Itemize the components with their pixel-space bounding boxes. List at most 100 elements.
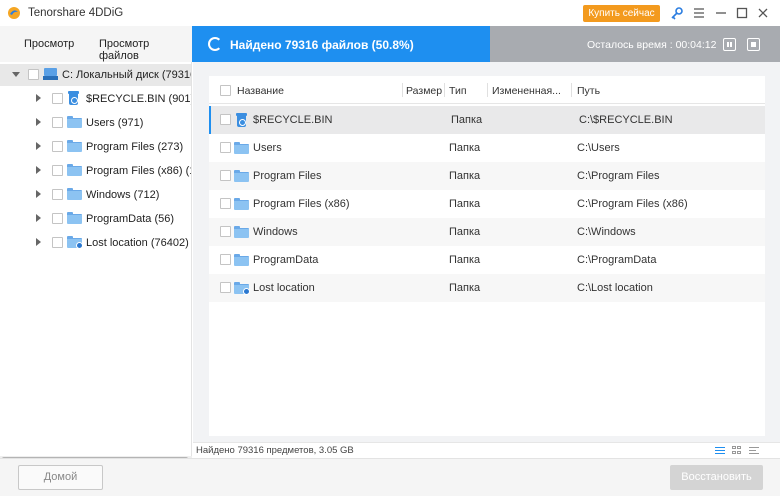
list-status-bar: Найдено 79316 предметов, 3.05 GB: [193, 442, 780, 458]
home-button[interactable]: Домой: [18, 465, 103, 490]
row-checkbox[interactable]: [220, 198, 231, 209]
file-type: Папка: [449, 254, 481, 266]
tree-item-label: Program Files (273): [86, 141, 184, 153]
drive-icon: [43, 67, 58, 81]
file-row[interactable]: Lost location Папка C:\Lost location: [209, 274, 765, 302]
file-path: C:\ProgramData: [577, 254, 657, 266]
close-icon[interactable]: [756, 6, 770, 20]
tree-item-label: $RECYCLE.BIN (901): [86, 93, 192, 105]
tree-item-label: Users (971): [86, 117, 144, 129]
file-row[interactable]: Program Files (x86) Папка C:\Program Fil…: [209, 190, 765, 218]
column-divider[interactable]: [444, 83, 445, 97]
tab-view[interactable]: Просмотр: [24, 38, 74, 50]
folder-icon: [67, 164, 82, 176]
file-name: Lost location: [253, 282, 315, 294]
chevron-right-icon[interactable]: [36, 142, 41, 150]
file-type: Папка: [451, 114, 483, 126]
file-path: C:\Users: [577, 142, 620, 154]
remaining-time-text: Осталось время : 00:04:12: [587, 39, 717, 51]
tree-checkbox[interactable]: [52, 117, 63, 128]
tree-checkbox[interactable]: [52, 213, 63, 224]
tree-item-label: Program Files (x86) (1: [86, 165, 192, 177]
item-count-text: Найдено 79316 предметов, 3.05 GB: [196, 445, 354, 456]
tree-checkbox[interactable]: [52, 93, 63, 104]
tree-checkbox[interactable]: [52, 237, 63, 248]
column-name[interactable]: Название: [237, 85, 284, 97]
file-name: ProgramData: [253, 254, 319, 266]
key-icon[interactable]: [670, 6, 684, 20]
chevron-right-icon[interactable]: [36, 118, 41, 126]
chevron-right-icon[interactable]: [36, 94, 41, 102]
title-bar: Tenorshare 4DDiG Купить сейчас: [0, 0, 780, 26]
restore-button[interactable]: Восстановить: [670, 465, 763, 490]
tree-checkbox[interactable]: [28, 69, 39, 80]
column-size[interactable]: Размер: [406, 85, 442, 97]
file-row[interactable]: Program Files Папка C:\Program Files: [209, 162, 765, 190]
tree-checkbox[interactable]: [52, 189, 63, 200]
tree-checkbox[interactable]: [52, 165, 63, 176]
column-path[interactable]: Путь: [577, 85, 600, 97]
chevron-right-icon[interactable]: [36, 166, 41, 174]
tree-item-label: ProgramData (56): [86, 213, 175, 225]
chevron-right-icon[interactable]: [36, 214, 41, 222]
tree-item-label: C: Локальный диск (79316: [62, 69, 192, 81]
buy-now-button[interactable]: Купить сейчас: [583, 5, 660, 22]
file-type: Папка: [449, 226, 481, 238]
file-path: C:\Program Files (x86): [577, 198, 688, 210]
tree-item-programdata[interactable]: ProgramData (56): [0, 208, 191, 230]
lost-folder-icon: [234, 282, 250, 295]
tree-item-program-files[interactable]: Program Files (273): [0, 136, 191, 158]
file-type: Папка: [449, 198, 481, 210]
column-type[interactable]: Тип: [449, 85, 467, 97]
row-checkbox[interactable]: [220, 142, 231, 153]
file-row[interactable]: $RECYCLE.BIN Папка C:\$RECYCLE.BIN: [209, 106, 765, 134]
column-modified[interactable]: Измененная...: [492, 85, 561, 97]
list-view-icon[interactable]: [715, 446, 725, 455]
column-divider[interactable]: [402, 83, 403, 97]
menu-icon[interactable]: [692, 6, 706, 20]
folder-icon: [67, 212, 82, 224]
tree-item-lost-location[interactable]: Lost location (76402): [0, 232, 191, 254]
tree-item-root[interactable]: C: Локальный диск (79316: [0, 64, 192, 86]
file-row[interactable]: Users Папка C:\Users: [209, 134, 765, 162]
minimize-icon[interactable]: [714, 6, 728, 20]
row-checkbox[interactable]: [220, 226, 231, 237]
file-type: Папка: [449, 282, 481, 294]
column-divider[interactable]: [487, 83, 488, 97]
tree-item-users[interactable]: Users (971): [0, 112, 191, 134]
recycle-bin-icon: [67, 91, 80, 105]
tree-item-label: Windows (712): [86, 189, 160, 201]
tree-item-program-files-x86[interactable]: Program Files (x86) (1: [0, 160, 192, 182]
chevron-right-icon[interactable]: [36, 190, 41, 198]
directory-tree: C: Локальный диск (79316 $RECYCLE.BIN (9…: [0, 62, 192, 456]
maximize-icon[interactable]: [735, 6, 749, 20]
column-divider[interactable]: [571, 83, 572, 97]
detail-view-icon[interactable]: [749, 446, 759, 455]
grid-view-icon[interactable]: [732, 446, 742, 455]
tree-checkbox[interactable]: [52, 141, 63, 152]
file-name: Windows: [253, 226, 298, 238]
tree-item-recycle-bin[interactable]: $RECYCLE.BIN (901): [0, 88, 192, 110]
row-checkbox[interactable]: [220, 114, 231, 125]
pause-icon[interactable]: [723, 38, 736, 51]
file-name: Users: [253, 142, 282, 154]
chevron-right-icon[interactable]: [36, 238, 41, 246]
row-checkbox[interactable]: [220, 170, 231, 181]
recycle-bin-icon: [235, 113, 248, 127]
file-row[interactable]: ProgramData Папка C:\ProgramData: [209, 246, 765, 274]
tree-item-windows[interactable]: Windows (712): [0, 184, 191, 206]
found-files-text: Найдено 79316 файлов (50.8%): [230, 38, 414, 52]
chevron-down-icon[interactable]: [12, 72, 20, 77]
row-checkbox[interactable]: [220, 254, 231, 265]
stop-icon[interactable]: [747, 38, 760, 51]
folder-icon: [234, 198, 249, 210]
row-checkbox[interactable]: [220, 282, 231, 293]
select-all-checkbox[interactable]: [220, 85, 231, 96]
tab-file-view[interactable]: Просмотр файлов: [99, 38, 192, 62]
scan-remaining-bar: Осталось время : 00:04:12: [490, 26, 780, 62]
lost-folder-icon: [67, 236, 83, 249]
file-list: Название Размер Тип Измененная... Путь $…: [209, 76, 765, 436]
scan-progress-bar: Найдено 79316 файлов (50.8%): [192, 26, 490, 62]
file-row[interactable]: Windows Папка C:\Windows: [209, 218, 765, 246]
file-name: Program Files (x86): [253, 198, 350, 210]
